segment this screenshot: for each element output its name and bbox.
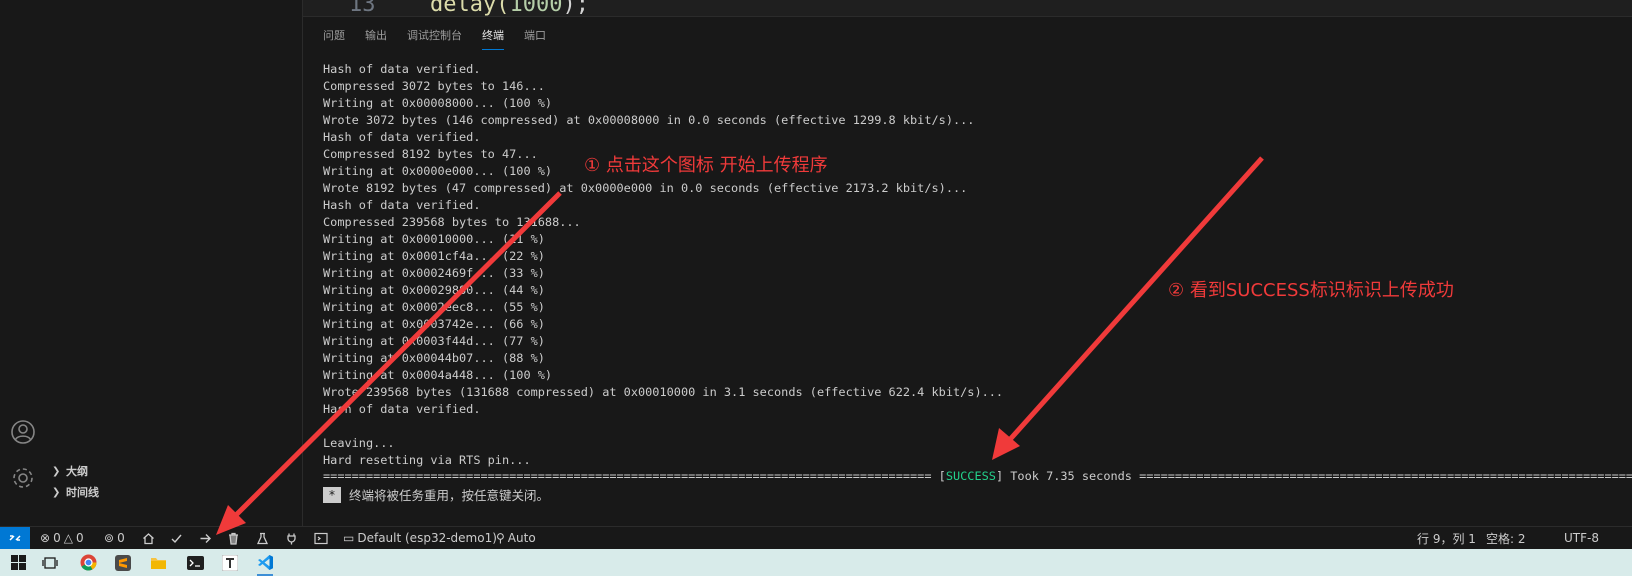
pio-port-auto[interactable]: ⚲ Auto bbox=[496, 527, 536, 549]
pio-build-check-icon[interactable] bbox=[170, 527, 183, 549]
editor-area[interactable]: 13 delay(1000); bbox=[303, 0, 1632, 16]
folder-icon: ▭ bbox=[343, 531, 355, 545]
panel-tabs: 问题 输出 调试控制台 终端 端口 bbox=[323, 27, 546, 50]
pio-upload-arrow-icon[interactable] bbox=[199, 527, 212, 549]
terminal-line: Compressed 3072 bytes to 146... bbox=[323, 79, 545, 93]
terminal-reuse-message: * 终端将被任务重用，按任意键关闭。 bbox=[323, 485, 549, 504]
plug-icon: ⚲ bbox=[496, 531, 505, 545]
terminal-line: Writing at 0x0003742e... (66 %) bbox=[323, 317, 545, 331]
terminal-line: Leaving... bbox=[323, 436, 395, 450]
error-icon: ⊗ bbox=[40, 531, 51, 545]
vscode-icon[interactable] bbox=[249, 549, 281, 576]
remote-indicator-icon[interactable] bbox=[0, 527, 30, 549]
typora-icon[interactable] bbox=[214, 549, 246, 576]
indentation-spaces[interactable]: 空格: 2 bbox=[1486, 527, 1526, 549]
terminal-line: Hash of data verified. bbox=[323, 198, 481, 212]
tab-terminal[interactable]: 终端 bbox=[482, 27, 504, 50]
tab-debug-console[interactable]: 调试控制台 bbox=[407, 27, 462, 50]
terminal-line: Writing at 0x0003f44d... (77 %) bbox=[323, 334, 545, 348]
tab-problems[interactable]: 问题 bbox=[323, 27, 345, 50]
bottom-panel: 问题 输出 调试控制台 终端 端口 Hash of data verified.… bbox=[303, 16, 1632, 527]
terminal-line: Writing at 0x0002eec8... (55 %) bbox=[323, 300, 545, 314]
settings-gear-icon[interactable] bbox=[8, 463, 38, 493]
ports-indicator[interactable]: ⊚ 0 bbox=[104, 527, 125, 549]
terminal-line: Wrote 3072 bytes (146 compressed) at 0x0… bbox=[323, 113, 975, 127]
file-encoding[interactable]: UTF-8 bbox=[1564, 527, 1599, 549]
account-icon[interactable] bbox=[8, 417, 38, 447]
terminal-line: Writing at 0x00029880... (44 %) bbox=[323, 283, 545, 297]
pio-environment-selector[interactable]: ▭ Default (esp32-demo1) bbox=[343, 527, 497, 549]
terminal-line: Writing at 0x0002469f... (33 %) bbox=[323, 266, 545, 280]
broadcast-icon: ⊚ bbox=[104, 531, 115, 545]
terminal-result-line: ========================================… bbox=[323, 469, 1632, 483]
pio-clean-trash-icon[interactable] bbox=[227, 527, 240, 549]
problems-indicator[interactable]: ⊗ 0 △ 0 bbox=[40, 527, 84, 549]
terminal-line: Wrote 8192 bytes (47 compressed) at 0x00… bbox=[323, 181, 968, 195]
windows-start-icon[interactable] bbox=[2, 549, 34, 576]
activity-bar bbox=[0, 0, 47, 526]
terminal-line: Hard resetting via RTS pin... bbox=[323, 453, 531, 467]
pio-terminal-icon[interactable] bbox=[314, 527, 328, 549]
terminal-line: Compressed 239568 bytes to 131688... bbox=[323, 215, 581, 229]
asterisk-badge: * bbox=[323, 486, 341, 503]
sidebar-section-timeline[interactable]: ❯ 时间线 bbox=[52, 482, 99, 502]
terminal-line: Hash of data verified. bbox=[323, 130, 481, 144]
windows-taskbar bbox=[0, 549, 1632, 576]
warning-icon: △ bbox=[63, 531, 73, 545]
pio-test-flask-icon[interactable] bbox=[256, 527, 269, 549]
reuse-text: 终端将被任务重用，按任意键关闭。 bbox=[349, 488, 550, 503]
tab-ports[interactable]: 端口 bbox=[524, 27, 546, 50]
status-bar: ⊗ 0 △ 0 ⊚ 0 ▭ Default (esp32-demo1) ⚲ Auto 行 … bbox=[0, 526, 1632, 549]
success-label: SUCCESS bbox=[945, 469, 996, 483]
sidebar-section-label: 时间线 bbox=[66, 486, 99, 499]
terminal-line: Hash of data verified. bbox=[323, 402, 481, 416]
sidebar-section-label: 大纲 bbox=[66, 465, 88, 478]
cursor-position[interactable]: 行 9，列 1 bbox=[1417, 527, 1476, 549]
terminal-line: Wrote 239568 bytes (131688 compressed) a… bbox=[323, 385, 1004, 399]
terminal-line: Writing at 0x00044b07... (88 %) bbox=[323, 351, 545, 365]
terminal-app-icon[interactable] bbox=[179, 549, 211, 576]
pio-home-icon[interactable] bbox=[142, 527, 155, 549]
terminal-line: Hash of data verified. bbox=[323, 62, 481, 76]
file-explorer-icon[interactable] bbox=[142, 549, 174, 576]
terminal-line: Writing at 0x0001cf4a... (22 %) bbox=[323, 249, 545, 263]
terminal-output[interactable]: Hash of data verified. Compressed 3072 by… bbox=[323, 61, 1003, 469]
annotation-step1: ① 点击这个图标 开始上传程序 bbox=[584, 155, 828, 176]
terminal-line: Writing at 0x0004a448... (100 %) bbox=[323, 368, 553, 382]
chevron-right-icon: ❯ bbox=[52, 486, 61, 498]
sublime-text-icon[interactable] bbox=[107, 549, 139, 576]
sidebar-section-outline[interactable]: ❯ 大纲 bbox=[52, 461, 88, 481]
terminal-line: Writing at 0x00010000... (11 %) bbox=[323, 232, 545, 246]
line-number: 13 bbox=[349, 0, 376, 16]
code-line: delay(1000); bbox=[430, 0, 589, 16]
task-view-icon[interactable] bbox=[34, 549, 66, 576]
chrome-icon[interactable] bbox=[72, 549, 104, 576]
tab-output[interactable]: 输出 bbox=[365, 27, 387, 50]
terminal-line: Writing at 0x00008000... (100 %) bbox=[323, 96, 553, 110]
annotation-step2: ② 看到SUCCESS标识标识上传成功 bbox=[1168, 280, 1454, 301]
chevron-right-icon: ❯ bbox=[52, 465, 61, 477]
sidebar: ❯ 大纲 ❯ 时间线 bbox=[46, 0, 303, 526]
pio-serial-monitor-plug-icon[interactable] bbox=[285, 527, 298, 549]
